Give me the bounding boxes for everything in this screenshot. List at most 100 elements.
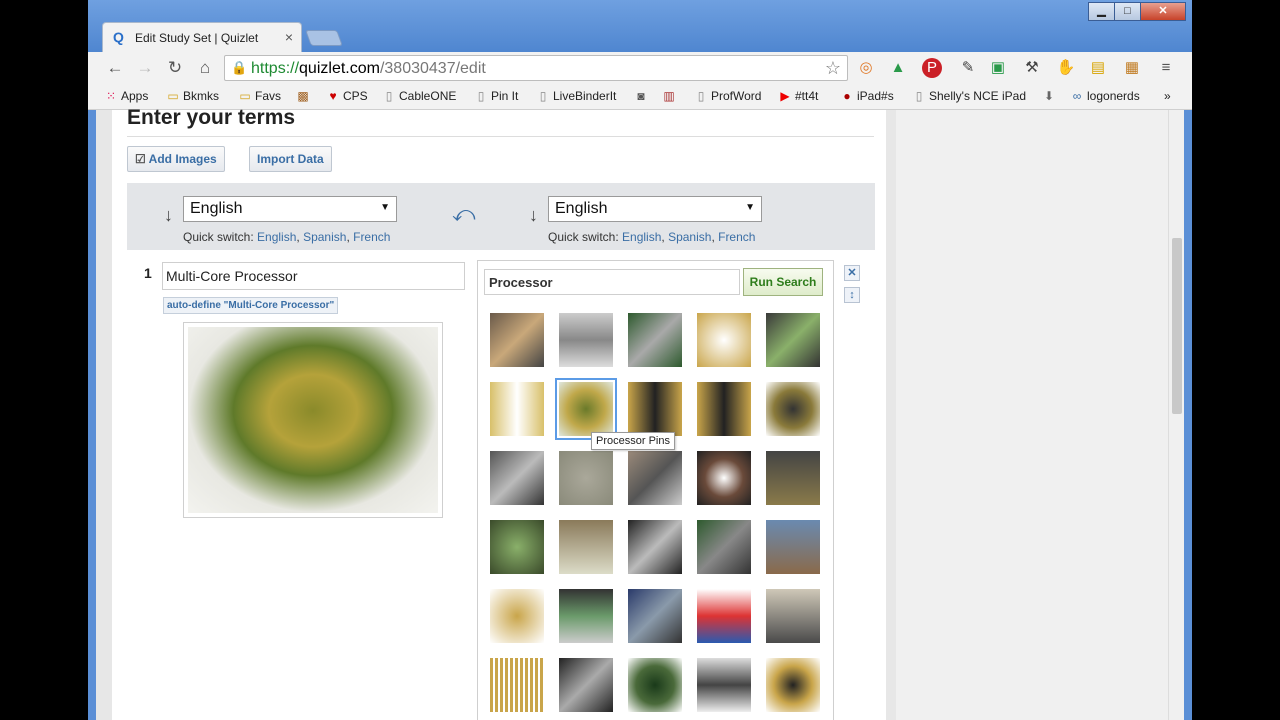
quick-switch-french[interactable]: French xyxy=(718,230,755,244)
url-path: /38030437/edit xyxy=(379,60,486,77)
image-result[interactable] xyxy=(559,451,613,505)
bookmarks-overflow-button[interactable]: » xyxy=(1164,89,1171,103)
image-result[interactable] xyxy=(628,382,682,436)
address-bar[interactable]: 🔒 https://quizlet.com/38030437/edit ☆ xyxy=(224,55,848,81)
swap-languages-icon[interactable]: ⤺ xyxy=(452,201,476,227)
bookmark-pin-it[interactable]: ▯ Pin It xyxy=(474,89,519,103)
quizlet-favicon-icon: Q xyxy=(113,29,124,45)
bookmark-star-icon[interactable]: ☆ xyxy=(825,58,841,79)
extension-bag-icon[interactable]: ▦ xyxy=(1122,58,1142,78)
quick-switch-spanish[interactable]: Spanish xyxy=(668,230,711,244)
maximize-button[interactable]: □ xyxy=(1114,2,1141,21)
scrollbar-thumb[interactable] xyxy=(1172,238,1182,414)
image-result[interactable] xyxy=(490,382,544,436)
definition-quick-switch: Quick switch: English, Spanish, French xyxy=(548,230,756,244)
image-result[interactable] xyxy=(490,313,544,367)
image-result[interactable] xyxy=(766,451,820,505)
lock-icon: 🔒 xyxy=(231,60,248,75)
forward-icon[interactable]: → xyxy=(134,58,156,78)
quick-switch-french[interactable]: French xyxy=(353,230,390,244)
image-tooltip: Processor Pins xyxy=(591,432,675,450)
image-result[interactable] xyxy=(697,520,751,574)
back-icon[interactable]: ← xyxy=(104,58,126,78)
image-result[interactable] xyxy=(559,520,613,574)
quick-switch-english[interactable]: English xyxy=(257,230,296,244)
bookmark-tt4t[interactable]: ▶ #tt4t xyxy=(778,89,818,103)
image-result[interactable] xyxy=(628,520,682,574)
image-result[interactable] xyxy=(766,658,820,712)
page-heading: Enter your terms xyxy=(127,106,296,129)
add-images-button[interactable]: ☑ Add Images xyxy=(127,146,225,172)
image-result[interactable] xyxy=(766,313,820,367)
glasses-icon: ∞ xyxy=(1072,89,1082,103)
menu-icon[interactable]: ≡ xyxy=(1156,58,1176,78)
bookmark-cps[interactable]: ♥ CPS xyxy=(326,89,367,103)
bookmark-livebinderit[interactable]: ▯ LiveBinderIt xyxy=(536,89,617,103)
image-result[interactable] xyxy=(697,313,751,367)
quick-switch-english[interactable]: English xyxy=(622,230,661,244)
image-result[interactable] xyxy=(559,658,613,712)
image-search-input[interactable]: Processor xyxy=(484,269,740,295)
new-tab-button[interactable] xyxy=(305,30,343,46)
bookmark-download[interactable]: ⬇ xyxy=(1042,89,1059,103)
bookmark-bkmks[interactable]: ▭ Bkmks xyxy=(166,89,219,103)
pinterest-icon[interactable]: P xyxy=(922,58,942,78)
bookmark-books[interactable]: ▥ xyxy=(662,89,679,103)
import-data-button[interactable]: Import Data xyxy=(249,146,332,172)
run-search-button[interactable]: Run Search xyxy=(743,268,823,296)
reorder-row-icon[interactable]: ↕ xyxy=(844,287,860,303)
browser-window: ▁ □ ✕ Q Edit Study Set | Quizlet × ← → ↻… xyxy=(88,0,1192,720)
bookmark-favs[interactable]: ▭ Favs xyxy=(238,89,281,103)
definition-language-select[interactable]: English ▼ xyxy=(548,196,762,222)
image-result[interactable] xyxy=(490,658,544,712)
bookmark-apps[interactable]: ⁙ Apps xyxy=(104,89,148,103)
image-result[interactable] xyxy=(559,313,613,367)
delete-row-icon[interactable]: ✕ xyxy=(844,265,860,281)
image-result-selected[interactable] xyxy=(555,378,617,440)
extension-tool-icon[interactable]: ⚒ xyxy=(1022,58,1042,78)
image-result[interactable] xyxy=(490,520,544,574)
image-result[interactable] xyxy=(559,589,613,643)
image-result[interactable] xyxy=(697,451,751,505)
edit-set-page: Enter your terms ☑ Add Images Import Dat… xyxy=(112,106,886,720)
tab-close-icon[interactable]: × xyxy=(285,29,293,45)
extension-hand-icon[interactable]: ✋ xyxy=(1056,58,1076,78)
image-result[interactable] xyxy=(766,520,820,574)
bookmark-camera[interactable]: ◙ xyxy=(634,89,651,103)
extension-note-icon[interactable]: ▤ xyxy=(1088,58,1108,78)
google-drive-icon[interactable]: ▲ xyxy=(888,58,908,78)
minimize-button[interactable]: ▁ xyxy=(1088,2,1115,21)
bookmark-shellys-nce-ipad[interactable]: ▯ Shelly's NCE iPad xyxy=(912,89,1026,103)
extension-green-icon[interactable]: ▣ xyxy=(988,58,1008,78)
bookmark-logonerds[interactable]: ∞ logonerds xyxy=(1070,89,1140,103)
image-result[interactable] xyxy=(697,382,751,436)
browser-tab[interactable]: Q Edit Study Set | Quizlet × xyxy=(102,22,302,52)
reload-icon[interactable]: ↻ xyxy=(164,58,186,78)
bookmark-ipads[interactable]: ● iPad#s xyxy=(840,89,893,103)
bookmark-image[interactable]: ▩ xyxy=(296,89,313,103)
bookmark-profword[interactable]: ▯ ProfWord xyxy=(694,89,762,103)
term-input[interactable]: Multi-Core Processor xyxy=(162,262,465,290)
quick-switch-spanish[interactable]: Spanish xyxy=(303,230,346,244)
image-result[interactable] xyxy=(490,451,544,505)
image-result[interactable] xyxy=(628,451,682,505)
image-result[interactable] xyxy=(490,589,544,643)
image-result[interactable] xyxy=(697,589,751,643)
image-result[interactable] xyxy=(766,382,820,436)
youtube-icon: ▶ xyxy=(780,89,790,103)
selected-term-image[interactable] xyxy=(183,322,443,518)
image-result[interactable] xyxy=(628,589,682,643)
auto-define-button[interactable]: auto-define "Multi-Core Processor" xyxy=(163,297,339,314)
home-icon[interactable]: ⌂ xyxy=(194,58,216,78)
page-scrollbar[interactable] xyxy=(1168,110,1184,720)
heart-icon: ♥ xyxy=(329,89,337,103)
image-result[interactable] xyxy=(628,658,682,712)
image-result[interactable] xyxy=(766,589,820,643)
close-window-button[interactable]: ✕ xyxy=(1140,2,1186,21)
bookmark-cableone[interactable]: ▯ CableONE xyxy=(382,89,457,103)
image-result[interactable] xyxy=(628,313,682,367)
term-language-select[interactable]: English ▼ xyxy=(183,196,397,222)
image-result[interactable] xyxy=(697,658,751,712)
extension-icon[interactable]: ◎ xyxy=(856,58,876,78)
eyedropper-icon[interactable]: ✎ xyxy=(958,58,978,78)
